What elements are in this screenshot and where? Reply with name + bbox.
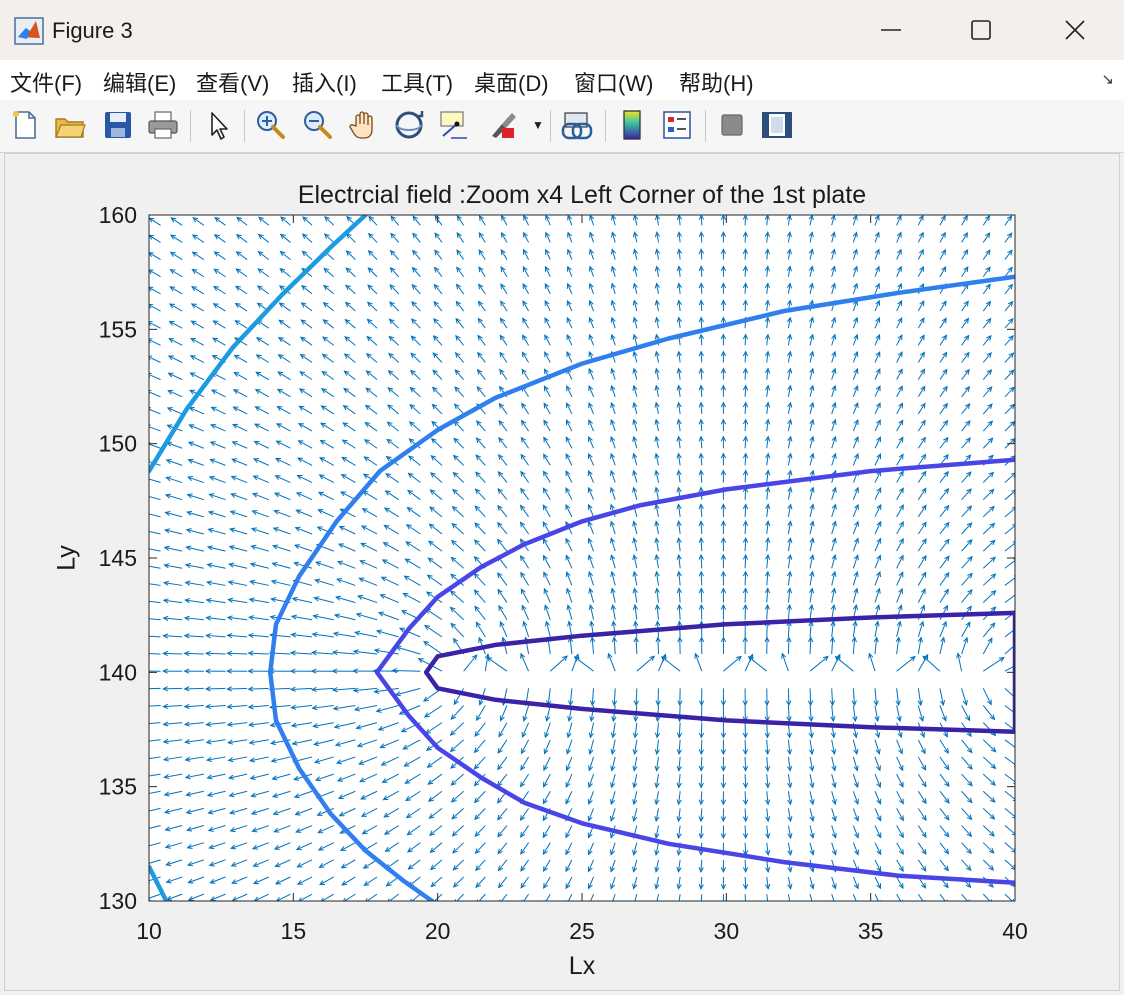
y-tick-label: 155 <box>99 316 137 342</box>
axes-background <box>149 215 1015 901</box>
field-arrow-head <box>144 512 149 516</box>
field-arrow <box>392 670 421 672</box>
field-arrow <box>766 705 768 722</box>
x-tick-label: 15 <box>281 918 307 944</box>
field-arrow-head <box>142 634 147 638</box>
field-arrow <box>657 688 659 706</box>
field-arrow-head <box>144 827 149 831</box>
field-arrow-head <box>1016 640 1021 645</box>
field-arrow <box>184 652 204 655</box>
field-arrow <box>149 687 161 690</box>
field-arrow-head <box>142 687 147 691</box>
field-arrow-head <box>1015 698 1020 703</box>
field-arrow-head <box>149 493 150 495</box>
field-arrow-head <box>654 900 656 901</box>
y-tick-label: 135 <box>99 774 137 800</box>
field-arrow-head <box>142 651 147 655</box>
field-arrow <box>700 739 703 755</box>
y-axis-label: Ly <box>52 545 81 571</box>
plot-title: Electrcial field :Zoom x4 Left Corner of… <box>297 181 867 209</box>
x-tick-label: 40 <box>1002 918 1028 944</box>
field-arrow-head <box>143 564 148 568</box>
y-tick-label: 145 <box>99 545 137 571</box>
quiver-contour-plot[interactable]: 10 15 20 25 30 35 40 130 135 140 145 150 155 160 <box>0 0 1124 995</box>
x-tick-label: 10 <box>136 918 162 944</box>
field-arrow-head <box>142 704 147 708</box>
y-tick-label: 140 <box>99 659 137 685</box>
field-arrow-head <box>747 900 748 901</box>
x-tick-label: 25 <box>569 918 595 944</box>
y-tick-label: 160 <box>99 202 137 228</box>
field-arrow <box>206 687 226 690</box>
field-arrow-head <box>142 722 147 726</box>
field-arrow <box>744 894 746 901</box>
field-arrow <box>744 756 747 771</box>
field-arrow-head <box>143 546 148 550</box>
field-arrow <box>744 774 747 788</box>
field-arrow-head <box>149 847 150 849</box>
field-arrow-head <box>142 739 147 743</box>
field-arrow <box>163 687 183 690</box>
field-arrow-head <box>1015 730 1020 734</box>
field-arrow-head <box>721 901 725 906</box>
y-tick-label: 130 <box>99 888 137 914</box>
field-arrow <box>163 652 183 655</box>
x-tick-label: 35 <box>858 918 884 944</box>
x-tick-label: 20 <box>425 918 451 944</box>
field-arrow-head <box>769 900 770 901</box>
field-arrow <box>809 688 812 706</box>
field-arrow-head <box>143 757 148 761</box>
field-arrow-head <box>142 669 147 673</box>
field-arrow <box>787 637 790 655</box>
field-arrow-head <box>1015 608 1020 612</box>
field-arrow-head <box>142 616 147 620</box>
x-axis-label: Lx <box>568 952 596 980</box>
field-arrow-head <box>1022 659 1027 663</box>
field-arrow-head <box>144 529 149 533</box>
field-arrow-head <box>143 581 148 585</box>
field-arrow <box>184 687 204 690</box>
field-arrow <box>700 588 703 603</box>
field-arrow <box>744 571 747 586</box>
field-arrow-head <box>1016 713 1021 717</box>
field-arrow-head <box>1016 625 1021 629</box>
field-arrow-head <box>791 900 793 901</box>
field-arrow-head <box>142 599 147 603</box>
field-arrow-head <box>143 792 148 796</box>
field-arrow <box>149 653 161 655</box>
field-arrow-head <box>699 900 700 901</box>
field-arrow-head <box>143 809 148 813</box>
x-tick-label: 30 <box>714 918 740 944</box>
field-arrow <box>744 554 747 569</box>
field-arrow-head <box>676 900 678 901</box>
field-arrow <box>657 637 659 655</box>
field-arrow-head <box>143 774 148 778</box>
y-tick-label: 150 <box>99 431 137 457</box>
